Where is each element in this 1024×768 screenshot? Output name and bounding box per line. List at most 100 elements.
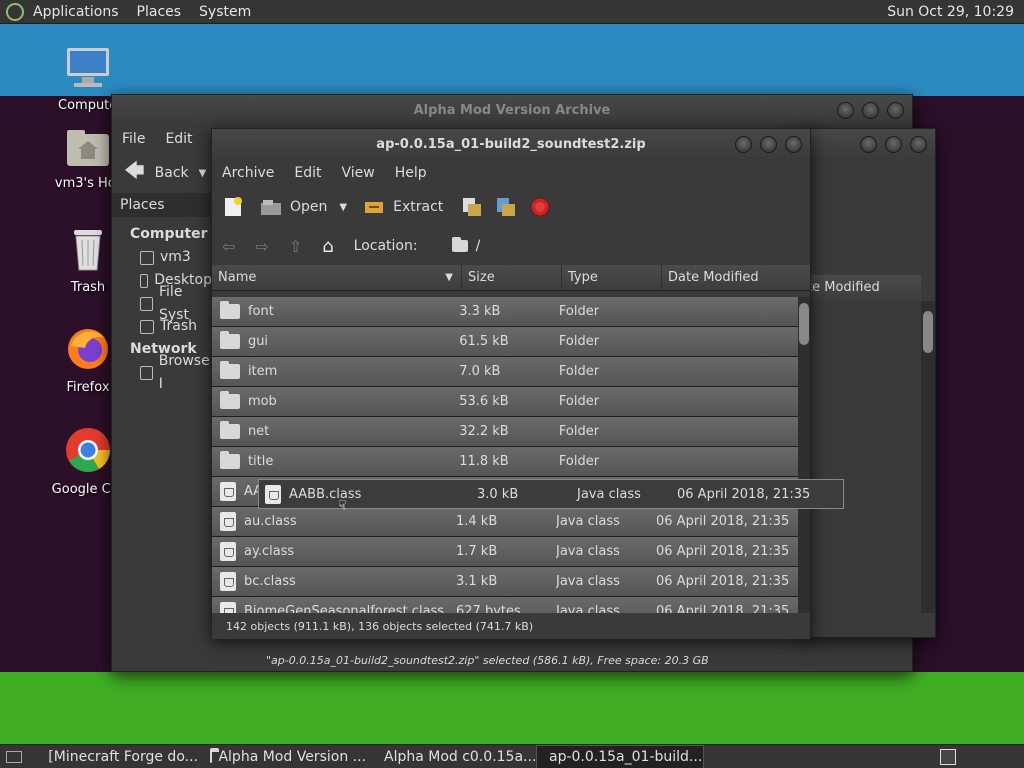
trash-icon (140, 319, 154, 334)
file-type: Java class (556, 544, 620, 559)
column-header-date-modified[interactable]: Date Modified (662, 265, 796, 291)
chrome-icon (66, 428, 110, 472)
minimize-button[interactable] (860, 136, 877, 153)
location-label: Location: (353, 238, 418, 254)
folder-icon (220, 361, 240, 379)
show-desktop-icon[interactable] (6, 750, 22, 763)
java-file-icon (220, 602, 236, 613)
network-icon (140, 365, 153, 380)
sidebar-item-vm3[interactable]: vm3 (130, 246, 212, 269)
open-dropdown-chevron-icon[interactable]: ▼ (339, 202, 347, 213)
places-menu[interactable]: Places (128, 0, 191, 24)
desktop-icon (140, 273, 149, 288)
drag-item-date: 06 April 2018, 21:35 (677, 486, 811, 502)
column-header-type[interactable]: Type (562, 264, 662, 291)
open-archive-icon[interactable] (260, 196, 282, 218)
close-button[interactable] (887, 102, 904, 119)
folder-icon (220, 421, 240, 439)
maximize-button[interactable] (885, 136, 902, 153)
scrollbar[interactable] (798, 297, 810, 613)
back-button[interactable]: Back (155, 165, 189, 181)
clock[interactable]: Sun Oct 29, 10:29 (887, 0, 1014, 24)
file-list-row[interactable]: ay.class 1.7 kB Java class 06 April 2018, 2… (212, 537, 798, 567)
computer-icon (67, 48, 109, 87)
column-header-name[interactable]: Name ▼ (212, 264, 462, 291)
extract-icon[interactable] (363, 196, 385, 218)
maximize-button[interactable] (760, 136, 777, 153)
minimize-button[interactable] (837, 102, 854, 119)
applications-menu[interactable]: Applications (24, 0, 128, 24)
archive-manager-window[interactable]: ap-0.0.15a_01-build2_soundtest2.zip Arch… (211, 128, 811, 639)
column-label: Size (468, 269, 495, 285)
file-name: title (247, 454, 274, 469)
up-arrow-icon[interactable]: ⇧ (289, 237, 302, 256)
java-file-icon (265, 484, 281, 504)
stop-icon[interactable] (529, 196, 551, 218)
places-label: Places (120, 197, 165, 213)
taskbar-item-archive-active[interactable]: ap-0.0.15a_01-build... (536, 744, 704, 768)
new-archive-icon[interactable] (222, 196, 244, 218)
file-size: 627 bytes (456, 604, 521, 613)
file-type: Folder (558, 334, 600, 349)
open-button[interactable]: Open (290, 199, 327, 215)
scrollbar[interactable] (921, 301, 935, 613)
file-name: au.class (244, 514, 297, 529)
distro-logo-icon[interactable] (6, 2, 24, 21)
menu-help[interactable]: Help (385, 165, 437, 181)
menu-archive[interactable]: Archive (212, 165, 284, 181)
file-size: 1.7 kB (456, 544, 498, 559)
sidebar-places-selector[interactable]: Places (112, 193, 212, 217)
file-list-row[interactable]: gui 61.5 kB Folder (212, 327, 798, 357)
close-button[interactable] (785, 136, 802, 153)
trash-icon (74, 230, 102, 271)
folder-icon (451, 237, 468, 252)
java-file-icon (220, 572, 236, 591)
taskbar-item-archive[interactable]: Alpha Mod c0.0.15a... (372, 745, 536, 768)
file-list-row[interactable]: mob 53.6 kB Folder (212, 387, 798, 417)
close-button[interactable] (910, 136, 927, 153)
taskbar-label: ap-0.0.15a_01-build... (549, 748, 703, 765)
extract-button[interactable]: Extract (393, 199, 443, 215)
sidebar-item-filesystem[interactable]: File Syst (130, 284, 212, 323)
file-name: font (247, 304, 274, 319)
archive-manager-window-background[interactable]: te Modified (800, 128, 936, 638)
file-list-row[interactable]: au.class 1.4 kB Java class 06 April 2018, 2… (212, 507, 798, 537)
scrollbar-thumb[interactable] (923, 311, 933, 353)
add-folder-icon[interactable] (495, 196, 517, 218)
workspace-switcher-icon[interactable] (940, 749, 956, 765)
scrollbar-thumb[interactable] (799, 303, 809, 345)
minimize-button[interactable] (735, 136, 752, 153)
file-list-row[interactable]: bc.class 3.1 kB Java class 06 April 2018, 2… (212, 567, 798, 597)
maximize-button[interactable] (862, 102, 879, 119)
sidebar-item-browse-network[interactable]: Browse I (130, 353, 212, 392)
column-header-date-modified[interactable]: te Modified (801, 275, 921, 301)
window-titlebar[interactable]: Alpha Mod Version Archive (112, 95, 912, 125)
file-list-row[interactable]: BiomeGenSeasonalforest.class 627 bytes Jav… (212, 597, 798, 613)
drag-item-name: AABB.class (289, 486, 362, 502)
chevron-down-icon[interactable]: ▼ (199, 168, 207, 179)
back-arrow-icon[interactable]: ⇦ (222, 237, 235, 256)
window-title: Alpha Mod Version Archive (413, 102, 611, 118)
window-titlebar[interactable]: ap-0.0.15a_01-build2_soundtest2.zip (212, 129, 810, 159)
taskbar-label: Alpha Mod Version ... (218, 748, 366, 765)
menu-view[interactable]: View (332, 165, 385, 181)
column-header-size[interactable]: Size (462, 264, 562, 291)
menu-edit[interactable]: Edit (155, 131, 202, 147)
menu-file[interactable]: File (112, 131, 155, 147)
taskbar-item-chrome[interactable]: [Minecraft Forge do... (36, 745, 204, 768)
file-list-row[interactable]: title 11.8 kB Folder (212, 447, 798, 477)
location-field[interactable]: / (451, 237, 480, 254)
file-list-row[interactable]: font 3.3 kB Folder (212, 297, 798, 327)
taskbar-item-file-manager[interactable]: Alpha Mod Version ... (204, 745, 372, 768)
home-icon[interactable]: ⌂ (322, 236, 333, 257)
file-size: 53.6 kB (459, 394, 509, 409)
file-size: 32.2 kB (459, 424, 509, 439)
forward-arrow-icon[interactable]: ⇨ (255, 237, 268, 256)
file-type: Folder (558, 304, 600, 319)
system-menu[interactable]: System (190, 0, 260, 24)
menu-edit[interactable]: Edit (284, 165, 331, 181)
file-list-row[interactable]: net 32.2 kB Folder (212, 417, 798, 447)
file-list-row[interactable]: item 7.0 kB Folder (212, 357, 798, 387)
add-files-icon[interactable] (461, 196, 483, 218)
column-label: Date Modified (668, 269, 759, 285)
